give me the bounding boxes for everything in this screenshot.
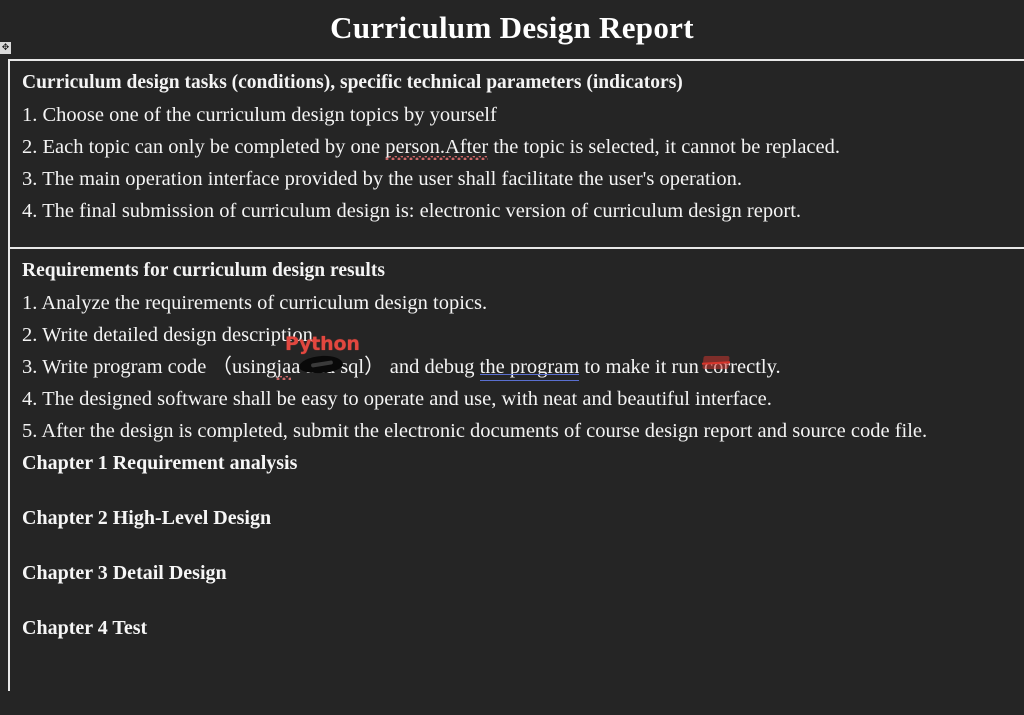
requirement-item-2: 2. Write detailed design description.: [22, 324, 318, 346]
task-item-1: 1. Choose one of the curriculum design t…: [22, 104, 497, 126]
cell-spacer: [22, 227, 1024, 241]
table-row: Curriculum design tasks (conditions), sp…: [10, 61, 1024, 249]
annotated-middle: a and sql） and debug: [291, 356, 480, 378]
requirement-item-1: 1. Analyze the requirements of curriculu…: [22, 292, 488, 314]
chapter-heading-1: Chapter 1 Requirement analysis: [22, 452, 298, 474]
chapter-heading-2: Chapter 2 High-Level Design: [22, 507, 272, 529]
section-heading-tasks: Curriculum design tasks (conditions), sp…: [22, 72, 683, 93]
task-item-3: 3. The main operation interface provided…: [22, 168, 742, 190]
section-heading-requirements: Requirements for curriculum design resul…: [22, 260, 385, 281]
requirement-item-4: 4. The designed software shall be easy t…: [22, 388, 772, 410]
annotated-suffix-after: rrectly.: [723, 356, 781, 378]
page-title: Curriculum Design Report: [330, 10, 694, 45]
task-item-2-part-b: the topic is selected, it cannot be repl…: [488, 136, 840, 158]
cell-spacer: [22, 645, 1024, 685]
annotated-prefix: 3. Write program code （using: [22, 356, 277, 378]
red-ink-strike-mark: co: [704, 351, 723, 383]
requirement-item-5: 5. After the design is completed, submit…: [22, 420, 928, 442]
task-item-2: 2. Each topic can only be completed by o…: [22, 131, 1024, 163]
chapter-heading-3: Chapter 3 Detail Design: [22, 562, 227, 584]
table-move-handle-icon[interactable]: ✥: [0, 42, 11, 54]
document-page: Curriculum Design Report ✥ Curriculum de…: [0, 0, 1024, 715]
requirement-item-3-annotated: 3. Write program code （usingjaa and sql）…: [22, 333, 1024, 383]
table-row: Requirements for curriculum design resul…: [10, 249, 1024, 691]
double-underlined-text: the program: [479, 356, 580, 378]
annotated-suffix-before: to make it run: [579, 356, 704, 378]
document-table: Curriculum design tasks (conditions), sp…: [8, 59, 1024, 691]
task-item-2-part-a: 2. Each topic can only be completed by o…: [22, 136, 386, 158]
spellcheck-error-ja: ja: [276, 356, 292, 378]
chapter-heading-4: Chapter 4 Test: [22, 617, 148, 639]
spellcheck-error-person-after: person.After: [385, 136, 489, 158]
task-item-4: 4. The final submission of curriculum de…: [22, 200, 802, 222]
